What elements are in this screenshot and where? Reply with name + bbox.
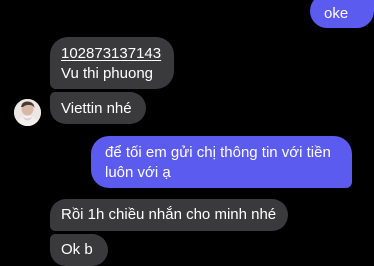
message-text: Rồi 1h chiều nhắn cho minh nhé — [61, 206, 277, 223]
contact-avatar-icon — [14, 99, 41, 126]
incoming-message[interactable]: Viettin nhé — [50, 92, 146, 124]
incoming-message[interactable]: Ok b — [50, 234, 108, 266]
incoming-message[interactable]: Rồi 1h chiều nhắn cho minh nhé — [50, 199, 288, 231]
message-text: Viettin nhé — [61, 100, 132, 117]
message-text: để tối em gửi chị thông tin với tiền luô… — [105, 144, 331, 181]
message-text: oke — [324, 5, 349, 22]
outgoing-message[interactable]: oke — [310, 0, 374, 28]
message-text: Ok b — [61, 241, 93, 258]
account-name-text: Vu thi phuong — [61, 65, 154, 82]
outgoing-message[interactable]: để tối em gửi chị thông tin với tiền luô… — [91, 136, 352, 188]
avatar[interactable] — [14, 99, 41, 126]
account-number-link[interactable]: 102873137143 — [61, 44, 164, 64]
incoming-message[interactable]: 102873137143 Vu thi phuong — [50, 37, 174, 89]
